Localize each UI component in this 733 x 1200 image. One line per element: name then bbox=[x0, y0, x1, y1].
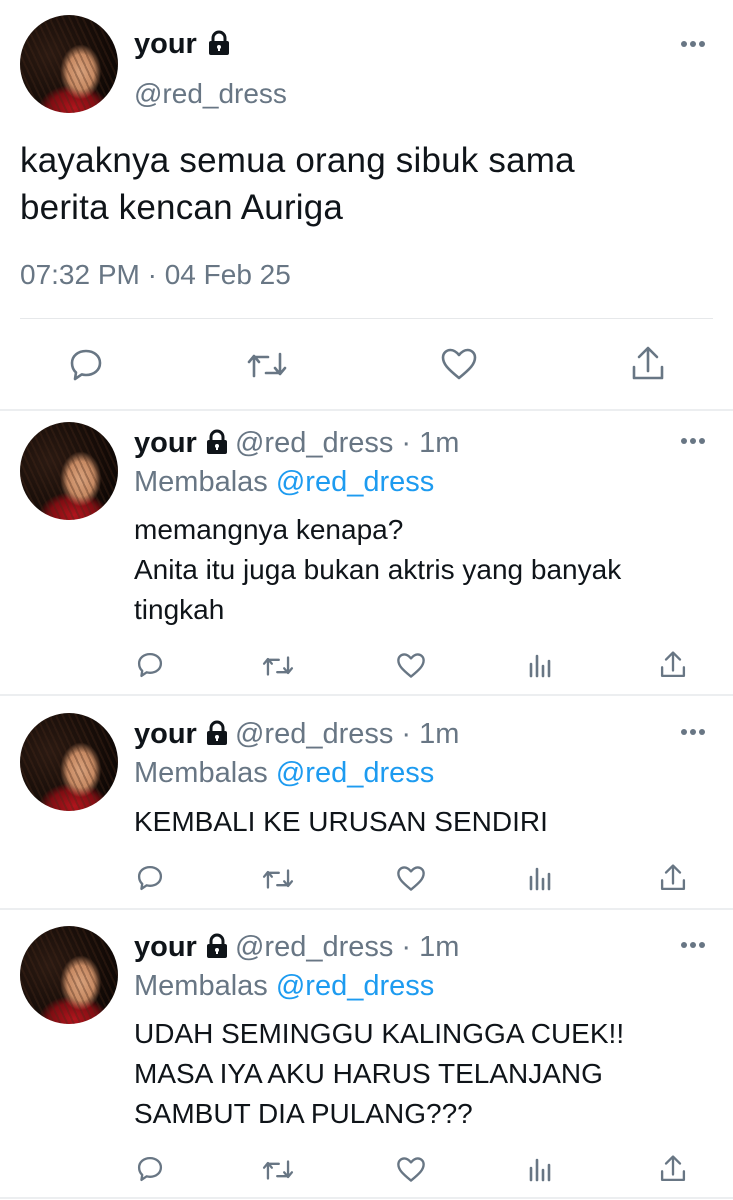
reply-header: your @red_dress · 1m bbox=[134, 931, 459, 964]
reply-text-line: SAMBUT DIA PULANG??? bbox=[134, 1098, 473, 1129]
lock-icon bbox=[205, 933, 227, 959]
divider bbox=[0, 409, 733, 411]
analytics-bars-icon[interactable] bbox=[528, 1156, 552, 1182]
heart-icon[interactable] bbox=[396, 1156, 426, 1183]
lock-icon bbox=[205, 429, 227, 455]
analytics-bars-icon[interactable] bbox=[528, 652, 552, 678]
reply-text-line: tingkah bbox=[134, 594, 225, 625]
share-upload-icon[interactable] bbox=[630, 345, 666, 383]
divider bbox=[0, 1197, 733, 1199]
retweet-icon[interactable] bbox=[261, 866, 295, 892]
handle-time[interactable]: @red_dress · 1m bbox=[235, 931, 459, 963]
reply-header: your @red_dress · 1m bbox=[134, 427, 459, 460]
replying-to: Membalas @red_dress bbox=[134, 757, 435, 789]
retweet-icon[interactable] bbox=[261, 653, 295, 679]
display-name[interactable]: your bbox=[134, 718, 197, 750]
mention-link[interactable]: @red_dress bbox=[276, 757, 434, 789]
handle-time[interactable]: @red_dress · 1m bbox=[235, 718, 459, 750]
avatar[interactable] bbox=[20, 422, 118, 520]
avatar[interactable] bbox=[20, 926, 118, 1024]
more-horizontal-icon[interactable] bbox=[680, 437, 706, 445]
more-horizontal-icon[interactable] bbox=[680, 941, 706, 949]
replying-to: Membalas @red_dress bbox=[134, 970, 435, 1002]
timestamp[interactable]: 07:32 PM · 04 Feb 25 bbox=[20, 259, 291, 291]
display-name[interactable]: your bbox=[134, 28, 229, 61]
tweet-text-line-1: kayaknya semua orang sibuk sama bbox=[20, 141, 575, 180]
lock-icon bbox=[205, 720, 227, 746]
reply-text-line: memangnya kenapa? bbox=[134, 514, 404, 545]
retweet-icon[interactable] bbox=[261, 1157, 295, 1183]
tweet-text-line-2: berita kencan Auriga bbox=[20, 188, 344, 227]
heart-icon[interactable] bbox=[396, 865, 426, 892]
reply-header: your @red_dress · 1m bbox=[134, 718, 459, 751]
avatar[interactable] bbox=[20, 713, 118, 811]
lock-icon bbox=[207, 30, 229, 56]
share-upload-icon[interactable] bbox=[659, 863, 687, 893]
analytics-bars-icon[interactable] bbox=[528, 865, 552, 891]
share-upload-icon[interactable] bbox=[659, 650, 687, 680]
heart-icon[interactable] bbox=[396, 652, 426, 679]
divider bbox=[0, 694, 733, 696]
handle[interactable]: @red_dress bbox=[134, 78, 287, 110]
retweet-icon[interactable] bbox=[245, 349, 289, 381]
more-horizontal-icon[interactable] bbox=[680, 40, 706, 48]
display-name[interactable]: your bbox=[134, 427, 197, 459]
heart-icon[interactable] bbox=[440, 347, 478, 381]
display-name[interactable]: your bbox=[134, 931, 197, 963]
reply-text-line: Anita itu juga bukan aktris yang banyak bbox=[134, 554, 622, 585]
reply-bubble-icon[interactable] bbox=[136, 1155, 164, 1183]
reply-bubble-icon[interactable] bbox=[68, 347, 104, 383]
reply-bubble-icon[interactable] bbox=[136, 651, 164, 679]
divider bbox=[20, 318, 713, 319]
reply-text-line: MASA IYA AKU HARUS TELANJANG bbox=[134, 1058, 603, 1089]
handle-time[interactable]: @red_dress · 1m bbox=[235, 427, 459, 459]
divider bbox=[0, 908, 733, 910]
avatar[interactable] bbox=[20, 15, 118, 113]
mention-link[interactable]: @red_dress bbox=[276, 466, 434, 498]
mention-link[interactable]: @red_dress bbox=[276, 970, 434, 1002]
replying-to: Membalas @red_dress bbox=[134, 466, 435, 498]
reply-text-line: KEMBALI KE URUSAN SENDIRI bbox=[134, 806, 548, 837]
more-horizontal-icon[interactable] bbox=[680, 728, 706, 736]
reply-bubble-icon[interactable] bbox=[136, 864, 164, 892]
reply-text-line: UDAH SEMINGGU KALINGGA CUEK!! bbox=[134, 1018, 625, 1049]
share-upload-icon[interactable] bbox=[659, 1154, 687, 1184]
